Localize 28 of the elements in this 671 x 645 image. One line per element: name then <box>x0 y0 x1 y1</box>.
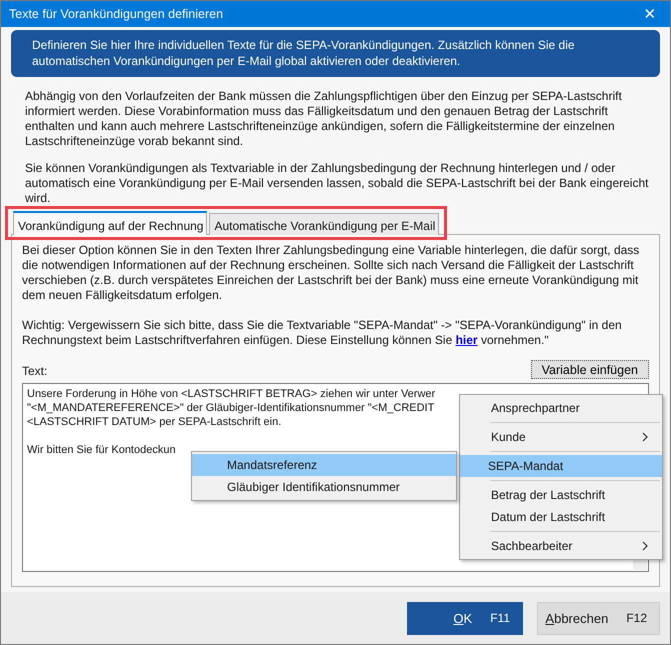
editor-line: Unsere Forderung in Höhe von <LASTSCHRIFT BETRAG> ziehen wir unter Verwer <box>27 387 436 401</box>
insert-variable-button[interactable]: Variable einfügen <box>530 360 649 379</box>
chevron-right-icon <box>642 541 648 551</box>
paragraph: Abhängig von den Vorlaufzeiten der Bank müssen die Zahlungspflichtigen über den Einzug per SEPA-Lastschrift informiert werden. Diese Vorabinformation muss das Fälligkeitsdatum und den genauen Betrag der Lastschrift enthalten und kann auch mehrere Lastschrifteneinzüge ankündigen, sofern die Fälligkeitstermine der einzelnen Lastschrifteneinzüge vorab bekannt sind. <box>24 89 623 149</box>
menu-item[interactable]: SEPA-Mandat <box>460 455 662 477</box>
editor-line: "<M_MANDATEREFERENCE>" der Gläubiger-Identifikationsnummer "<M_CREDIT <box>27 401 434 415</box>
info-banner: Definieren Sie hier Ihre individuellen Texte für die SEPA-Vorankündigungen. Zusätzlich können Sie die automatischen Vorankündigungen per E-Mail global aktivieren oder deaktivieren. <box>11 30 660 77</box>
menu-item[interactable]: Gläubiger Identifikationsnummer <box>192 476 456 498</box>
window-title: Texte für Vorankündigungen definieren <box>9 7 224 21</box>
menu-item[interactable]: Betrag der Lastschrift <box>460 484 662 506</box>
ok-button[interactable]: OK F11 <box>407 602 523 634</box>
paragraph: Wichtig: Vergewissern Sie sich bitte, dass Sie die Textvariable "SEPA-Mandat" -> "SEPA-Vorankündigung" in den Rechnungstext beim Lastschriftverfahren einfügen. Diese Einstellung können Sie hier vornehmen." <box>22 318 623 348</box>
menu-item[interactable]: Sachbearbeiter <box>460 535 662 557</box>
editor-line: <LASTSCHRIFT DATUM> per SEPA-Lastschrift ein. <box>27 415 282 429</box>
menu-item[interactable]: Ansprechpartner <box>460 397 662 419</box>
menu-item[interactable]: Datum der Lastschrift <box>460 506 662 528</box>
paragraph: Bei dieser Option können Sie in den Texten Ihrer Zahlungsbedingung eine Variable hinterlegen, die dafür sorgt, dass die notwendigen Informationen auf der Rechnung erscheinen. Sollte sich nach Versand die Fälligkeit der Lastschrift verschieben (z.B. durch verspätetes Einreichen der Lastschrift bei der Bank) muss eine erneute Vorankündigung mit dem neuen Fälligkeitsdatum erfolgen. <box>22 243 640 303</box>
tab[interactable]: Automatische Vorankündigung per E-Mail <box>209 213 440 235</box>
text-label: Text: <box>22 364 48 378</box>
editor-line: Wir bitten Sie für Kontodeckun <box>27 443 176 457</box>
tab[interactable]: Vorankündigung auf der Rechnung <box>13 211 208 235</box>
settings-link[interactable]: hier <box>456 333 478 347</box>
menu-item[interactable]: Mandatsreferenz <box>192 454 456 476</box>
close-button[interactable]: ✕ <box>630 1 670 27</box>
chevron-right-icon <box>642 432 648 442</box>
paragraph: Sie können Vorankündigungen als Textvariable in der Zahlungsbedingung der Rechnung hinterlegen und / oder automatisch eine Vorankündigung per E-Mail versenden lassen, sobald die SEPA-Lastschrift bei der Bank eingereicht wird. <box>24 161 650 206</box>
menu-item[interactable]: Kunde <box>460 426 662 448</box>
cancel-button[interactable]: Abbrechen F12 <box>537 602 660 634</box>
